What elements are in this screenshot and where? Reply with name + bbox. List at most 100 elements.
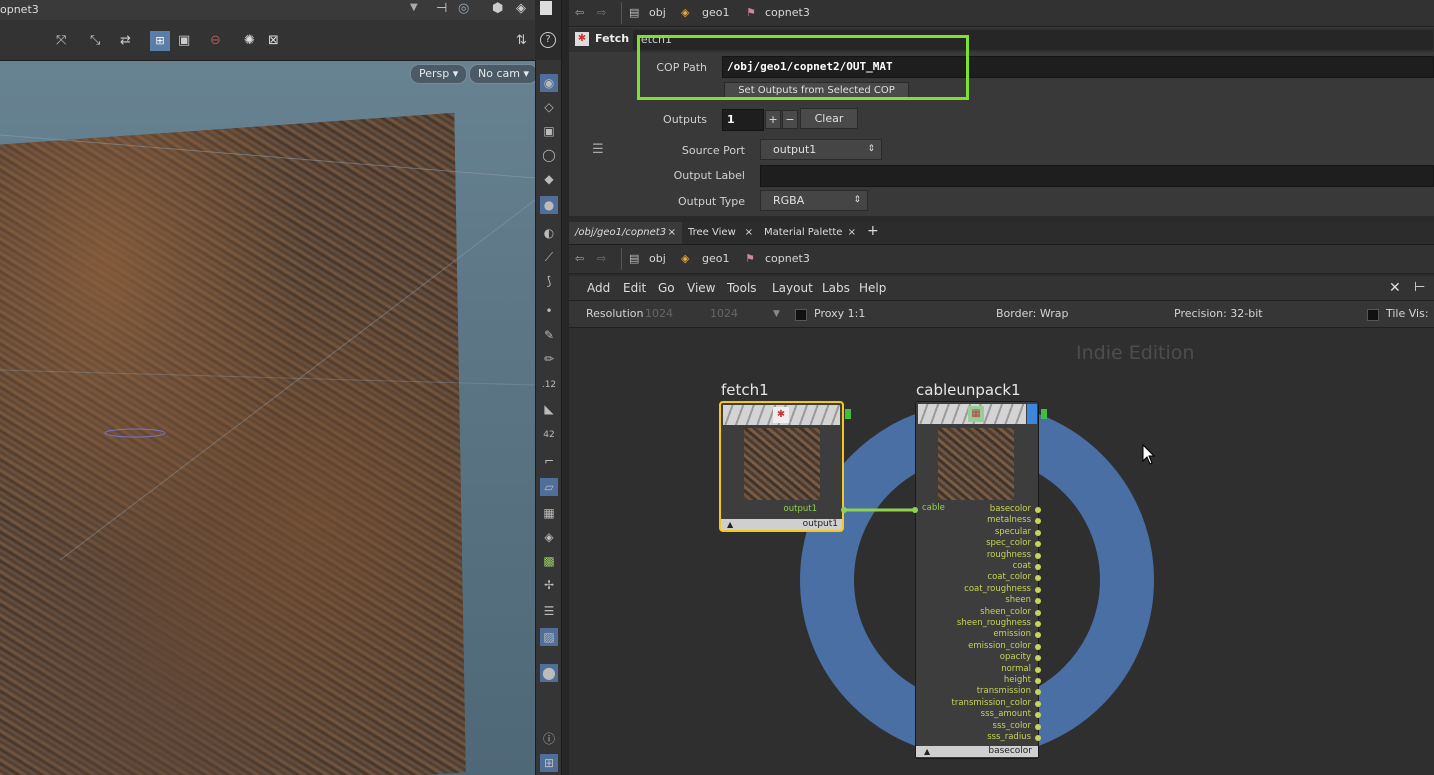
breadcrumb-obj[interactable]: obj bbox=[649, 4, 666, 22]
stop-icon[interactable]: ⊖ bbox=[210, 33, 221, 48]
light-icon[interactable]: ● bbox=[540, 196, 558, 214]
tab-material-palette[interactable]: Material Palette × bbox=[758, 222, 858, 244]
bulb-icon[interactable]: ◯ bbox=[540, 146, 558, 164]
list-icon[interactable]: ☰ bbox=[540, 602, 558, 620]
snap-icon[interactable]: ⤧ bbox=[56, 33, 66, 48]
geo-icon[interactable]: ◇ bbox=[540, 98, 558, 116]
tab-close-icon[interactable]: × bbox=[848, 222, 856, 244]
outputs-plus-button[interactable]: + bbox=[765, 110, 781, 129]
fetch-output-dot[interactable] bbox=[841, 507, 847, 513]
info-icon[interactable]: ⓘ bbox=[540, 730, 558, 748]
unpack-output-dot[interactable] bbox=[1035, 564, 1041, 570]
axis-icon[interactable]: ✢ bbox=[540, 576, 558, 594]
menu-layout[interactable]: Layout bbox=[772, 276, 813, 300]
unpack-output-dot[interactable] bbox=[1035, 700, 1041, 707]
output-label-field[interactable] bbox=[760, 165, 1434, 187]
unpack-output-dot[interactable] bbox=[1035, 678, 1041, 684]
camera-icon[interactable]: ▣ bbox=[178, 33, 190, 48]
unpack-output-dot[interactable] bbox=[1035, 552, 1041, 559]
camera-dropdown[interactable]: No cam ▾ bbox=[469, 64, 538, 84]
tools-icon[interactable]: ✕ bbox=[1389, 276, 1401, 300]
eye-icon[interactable]: ◉ bbox=[540, 74, 558, 92]
render-icon[interactable]: ⊞ bbox=[150, 31, 170, 51]
texture-icon[interactable]: ⊠ bbox=[268, 33, 279, 48]
menu-view[interactable]: View bbox=[687, 276, 715, 300]
tree-layout-icon[interactable]: ⊢ bbox=[1414, 276, 1425, 300]
snap-prim-icon[interactable]: ⇄ bbox=[120, 33, 131, 48]
unpack-output-dot[interactable] bbox=[1035, 643, 1041, 650]
fetch-flag[interactable] bbox=[845, 409, 851, 419]
link-icon[interactable]: ◎ bbox=[458, 1, 469, 16]
source-port-dropdown[interactable]: output1 ⇕ bbox=[760, 139, 882, 160]
corner-icon[interactable]: ⌐ bbox=[540, 452, 558, 470]
3d-viewport[interactable] bbox=[0, 0, 535, 775]
network-canvas[interactable]: Indie Edition fetch1 ✱ output1 ▲ output1… bbox=[569, 328, 1434, 775]
menu-go[interactable]: Go bbox=[658, 276, 675, 300]
fetch-node[interactable]: ✱ output1 ▲ output1 bbox=[719, 401, 844, 532]
proxy-checkbox[interactable] bbox=[795, 309, 807, 321]
tab-close-icon[interactable]: × bbox=[668, 222, 676, 244]
add-tab-icon[interactable]: + bbox=[867, 223, 879, 239]
res-x-field[interactable]: 1024 bbox=[645, 301, 673, 327]
display-icon[interactable]: ◈ bbox=[516, 1, 526, 16]
tilevis-checkbox[interactable] bbox=[1367, 309, 1379, 321]
unpack-output-dot[interactable] bbox=[1035, 735, 1041, 741]
grid-icon[interactable]: ▩ bbox=[540, 552, 558, 570]
outputs-minus-button[interactable]: − bbox=[782, 110, 798, 129]
unpack-output-dot[interactable] bbox=[1035, 666, 1041, 673]
pencil-icon[interactable]: ✏ bbox=[540, 350, 558, 368]
menu-labs[interactable]: Labs bbox=[822, 276, 850, 300]
viewport-path[interactable]: opnet3 bbox=[0, 3, 39, 16]
number-alt-icon[interactable]: 42 bbox=[540, 426, 558, 444]
sculpt-icon[interactable]: ⟆ bbox=[540, 272, 558, 290]
breadcrumb-copnet3[interactable]: copnet3 bbox=[765, 4, 810, 22]
res-dropdown-icon[interactable]: ▼ bbox=[773, 301, 780, 327]
forward-icon[interactable]: ⇨ bbox=[597, 4, 606, 22]
diamond-icon[interactable]: ◆ bbox=[540, 170, 558, 188]
clear-button[interactable]: Clear bbox=[800, 108, 858, 129]
persp-dropdown[interactable]: Persp ▾ bbox=[410, 64, 468, 84]
net-breadcrumb-geo1[interactable]: geo1 bbox=[702, 250, 729, 268]
unpack-output-dot[interactable] bbox=[1035, 586, 1041, 593]
back-icon[interactable]: ⇦ bbox=[575, 4, 584, 22]
brush-icon[interactable]: ⟋ bbox=[540, 248, 558, 266]
expand-icon[interactable]: ▲ bbox=[924, 746, 930, 757]
menu-edit[interactable]: Edit bbox=[623, 276, 646, 300]
help-icon[interactable]: ? bbox=[540, 32, 556, 48]
unpack-output-dot[interactable] bbox=[1035, 723, 1041, 730]
tab-tree-view[interactable]: Tree View × bbox=[682, 222, 754, 244]
unpack-display-flag[interactable] bbox=[1027, 404, 1037, 424]
object-icon[interactable]: ⬢ bbox=[492, 1, 503, 16]
res-y-field[interactable]: 1024 bbox=[710, 301, 738, 327]
multiparm-handle-icon[interactable]: ☰ bbox=[592, 142, 604, 157]
breadcrumb-geo1[interactable]: geo1 bbox=[702, 4, 729, 22]
sun-icon[interactable]: ✺ bbox=[244, 33, 255, 48]
net-back-icon[interactable]: ⇦ bbox=[575, 250, 584, 268]
layer-icon[interactable]: ◈ bbox=[540, 528, 558, 546]
outputs-field[interactable]: 1 bbox=[722, 109, 764, 131]
menu-add[interactable]: Add bbox=[587, 276, 610, 300]
shade-icon[interactable]: ◐ bbox=[540, 224, 558, 242]
tab-close-icon[interactable]: × bbox=[745, 222, 753, 244]
layout-icon[interactable]: ⊞ bbox=[540, 754, 558, 772]
output-type-dropdown[interactable]: RGBA ⇕ bbox=[760, 190, 868, 211]
point-icon[interactable]: • bbox=[540, 302, 558, 320]
lock-icon[interactable]: ▣ bbox=[540, 122, 558, 140]
snap-grid-icon[interactable]: ⤡ bbox=[90, 33, 100, 48]
unpack-output-dot[interactable] bbox=[1035, 609, 1041, 616]
unpack-output-dot[interactable] bbox=[1035, 621, 1041, 627]
tab-copnet3[interactable]: /obj/geo1/copnet3 × bbox=[569, 222, 682, 244]
image-icon[interactable]: ▨ bbox=[540, 628, 558, 646]
pin-icon[interactable]: ⊣ bbox=[436, 1, 447, 16]
path-dropdown-icon[interactable]: ▼ bbox=[410, 2, 418, 13]
options-icon[interactable]: ⇅ bbox=[516, 33, 527, 48]
net-forward-icon[interactable]: ⇨ bbox=[597, 250, 606, 268]
pen-icon[interactable]: ✎ bbox=[540, 326, 558, 344]
unpack-flag[interactable] bbox=[1041, 409, 1047, 419]
net-breadcrumb-copnet3[interactable]: copnet3 bbox=[765, 250, 810, 268]
bucket-icon[interactable]: ◣ bbox=[540, 400, 558, 418]
menu-tools[interactable]: Tools bbox=[727, 276, 757, 300]
maximize-icon[interactable] bbox=[540, 1, 552, 15]
number-icon[interactable]: .12 bbox=[540, 376, 558, 394]
plane-icon[interactable]: ▱ bbox=[540, 478, 558, 496]
